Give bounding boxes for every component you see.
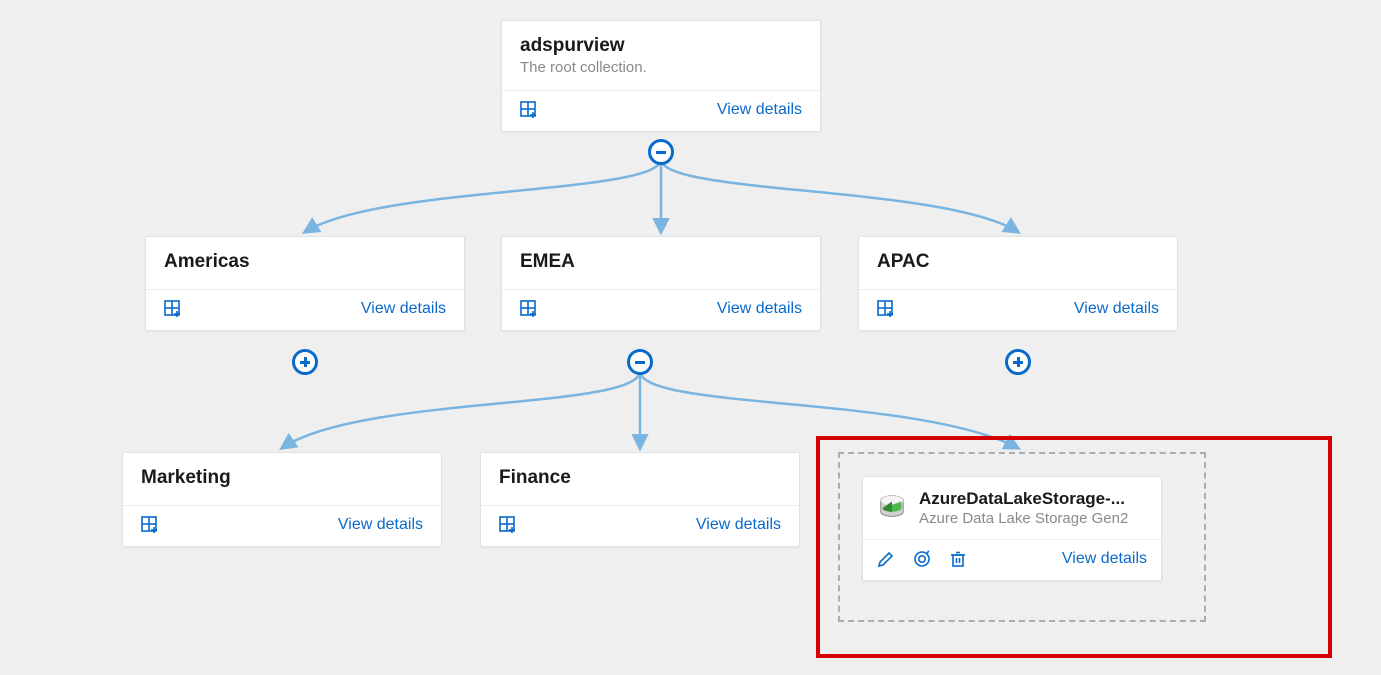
datasource-title: AzureDataLakeStorage-... [919,489,1128,509]
collection-card-marketing[interactable]: Marketing View details [122,452,442,547]
collection-card-root[interactable]: adspurview The root collection. View det… [501,20,821,132]
collection-title: EMEA [520,251,802,273]
datasource-subtitle: Azure Data Lake Storage Gen2 [919,510,1128,527]
collapse-toggle-emea[interactable] [627,349,653,375]
grid-add-icon[interactable] [499,516,517,534]
view-details-link[interactable]: View details [696,516,781,534]
view-details-link[interactable]: View details [361,300,446,318]
collection-title: Americas [164,251,446,273]
grid-add-icon[interactable] [877,300,895,318]
edit-icon[interactable] [877,550,895,568]
datasource-card[interactable]: AzureDataLakeStorage-... Azure Data Lake… [862,476,1162,581]
grid-add-icon[interactable] [520,101,538,119]
grid-add-icon[interactable] [164,300,182,318]
collection-title: Finance [499,467,781,489]
delete-icon[interactable] [949,550,967,568]
collection-title: Marketing [141,467,423,489]
collection-card-finance[interactable]: Finance View details [480,452,800,547]
collection-title: adspurview [520,35,802,57]
view-details-link[interactable]: View details [1062,550,1147,568]
diagram-canvas: adspurview The root collection. View det… [0,0,1381,675]
collection-card-americas[interactable]: Americas View details [145,236,465,331]
collapse-toggle-root[interactable] [648,139,674,165]
collection-subtitle: The root collection. [520,59,802,76]
expand-toggle-apac[interactable] [1005,349,1031,375]
view-details-link[interactable]: View details [1074,300,1159,318]
expand-toggle-americas[interactable] [292,349,318,375]
view-details-link[interactable]: View details [717,101,802,119]
collection-card-emea[interactable]: EMEA View details [501,236,821,331]
view-details-link[interactable]: View details [717,300,802,318]
collection-card-apac[interactable]: APAC View details [858,236,1178,331]
grid-add-icon[interactable] [520,300,538,318]
scan-icon[interactable] [913,550,931,568]
view-details-link[interactable]: View details [338,516,423,534]
adls-icon [877,493,907,523]
collection-title: APAC [877,251,1159,273]
grid-add-icon[interactable] [141,516,159,534]
